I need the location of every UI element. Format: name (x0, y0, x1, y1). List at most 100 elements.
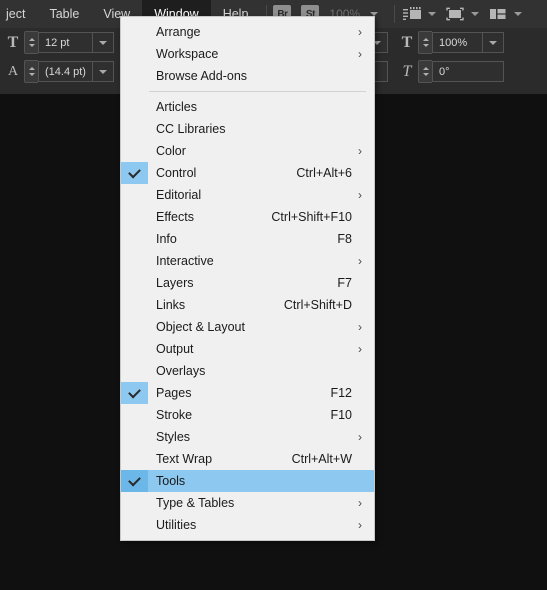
vertical-scale-value: 100% (439, 36, 468, 49)
menu-item-shortcut: F10 (330, 408, 352, 422)
menu-item-workspace[interactable]: Workspace › (121, 43, 374, 65)
font-size-dropdown-icon[interactable] (92, 33, 113, 52)
menu-item-info[interactable]: Info F8 (121, 228, 374, 250)
menu-item-shortcut: Ctrl+Shift+F10 (271, 210, 352, 224)
menu-item-label: Articles (156, 100, 197, 114)
leading-stepper[interactable] (24, 60, 38, 83)
menu-item-label: Overlays (156, 364, 206, 378)
menu-item-shortcut: F12 (330, 386, 352, 400)
menu-item-shortcut: Ctrl+Shift+D (283, 298, 352, 312)
skew-icon: T (402, 62, 412, 80)
menu-item-shortcut: F7 (337, 276, 352, 290)
menu-item-type-tables[interactable]: Type & Tables › (121, 492, 374, 514)
vertical-scale-dropdown-icon[interactable] (482, 33, 503, 52)
view-options-chevron-icon[interactable] (471, 12, 480, 16)
menu-item-check-slot (121, 118, 148, 140)
menu-item-label: Stroke (156, 408, 193, 422)
menu-item-check-slot (121, 250, 148, 272)
menu-item-check-slot (121, 448, 148, 470)
menu-item-check-slot (121, 404, 148, 426)
leading-field[interactable]: (14.4 pt) (38, 61, 114, 82)
menu-item-label: Pages (156, 386, 192, 400)
leading-dropdown-icon[interactable] (92, 62, 113, 81)
menu-item-check-slot (121, 65, 148, 87)
skew-value: 0° (439, 65, 450, 78)
menubar-item-table[interactable]: Table (37, 0, 91, 28)
view-options-icon[interactable] (444, 6, 466, 22)
menu-item-output[interactable]: Output › (121, 338, 374, 360)
submenu-arrow-icon: › (358, 144, 362, 158)
menu-item-editorial[interactable]: Editorial › (121, 184, 374, 206)
menu-item-pages[interactable]: Pages F12 (121, 382, 374, 404)
menu-item-color[interactable]: Color › (121, 140, 374, 162)
menu-item-stroke[interactable]: Stroke F10 (121, 404, 374, 426)
font-size-field[interactable]: 12 pt (38, 32, 114, 53)
menu-item-cc-libraries[interactable]: CC Libraries (121, 118, 374, 140)
menu-item-label: Layers (156, 276, 194, 290)
menu-item-check-slot (121, 140, 148, 162)
menu-item-label: Links (156, 298, 186, 312)
menu-item-control[interactable]: Control Ctrl+Alt+6 (121, 162, 374, 184)
menu-item-check-slot (121, 43, 148, 65)
menu-item-interactive[interactable]: Interactive › (121, 250, 374, 272)
skew-field[interactable]: 0° (432, 61, 504, 82)
vertical-scale-icon: T (401, 33, 413, 51)
menu-item-utilities[interactable]: Utilities › (121, 514, 374, 536)
menu-item-label: Info (156, 232, 177, 246)
window-dropdown-menu[interactable]: Arrange › Workspace › Browse Add-ons Articles… (120, 16, 375, 541)
menu-item-text-wrap[interactable]: Text Wrap Ctrl+Alt+W (121, 448, 374, 470)
menu-item-label: Arrange (156, 25, 201, 39)
checkmark-icon (128, 473, 141, 486)
menu-item-browse-add-ons[interactable]: Browse Add-ons (121, 65, 374, 87)
submenu-arrow-icon: › (358, 47, 362, 61)
menu-separator (149, 91, 366, 92)
menu-item-label: Text Wrap (156, 452, 213, 466)
screen-mode-icon[interactable] (401, 6, 423, 22)
submenu-arrow-icon: › (358, 320, 362, 334)
menu-item-label: Output (156, 342, 194, 356)
menu-item-effects[interactable]: Effects Ctrl+Shift+F10 (121, 206, 374, 228)
menu-item-label: Object & Layout (156, 320, 245, 334)
menu-item-label: Utilities (156, 518, 197, 532)
menu-item-links[interactable]: Links Ctrl+Shift+D (121, 294, 374, 316)
submenu-arrow-icon: › (358, 188, 362, 202)
submenu-arrow-icon: › (358, 518, 362, 532)
menu-item-arrange[interactable]: Arrange › (121, 21, 374, 43)
menu-item-object-layout[interactable]: Object & Layout › (121, 316, 374, 338)
vertical-scale-stepper[interactable] (418, 31, 432, 54)
menu-item-check-slot (121, 228, 148, 250)
menu-item-label: Tools (156, 474, 186, 488)
menu-item-check-slot (121, 492, 148, 514)
menu-item-label: Control (156, 166, 197, 180)
menu-item-check-slot (121, 294, 148, 316)
leading-icon: A (7, 63, 19, 79)
submenu-arrow-icon: › (358, 342, 362, 356)
arrange-documents-chevron-icon[interactable] (514, 12, 523, 16)
menu-item-styles[interactable]: Styles › (121, 426, 374, 448)
menu-item-check-slot (121, 272, 148, 294)
skew-stepper[interactable] (418, 60, 432, 83)
menu-item-articles[interactable]: Articles (121, 96, 374, 118)
checkmark-icon (128, 385, 141, 398)
font-size-stepper[interactable] (24, 31, 38, 54)
menu-item-check-slot (121, 96, 148, 118)
submenu-arrow-icon: › (358, 25, 362, 39)
menu-item-check-slot (121, 514, 148, 536)
menu-item-check-icon (121, 382, 148, 404)
submenu-arrow-icon: › (358, 496, 362, 510)
menubar-divider-2 (394, 5, 396, 23)
menu-item-shortcut: Ctrl+Alt+W (291, 452, 352, 466)
menubar-item-project[interactable]: ject (0, 0, 37, 28)
menu-item-label: Color (156, 144, 186, 158)
font-size-value: 12 pt (45, 36, 70, 49)
menu-item-tools[interactable]: Tools (121, 470, 374, 492)
font-size-icon: T (7, 33, 19, 51)
menu-item-layers[interactable]: Layers F7 (121, 272, 374, 294)
screen-mode-chevron-icon[interactable] (428, 12, 437, 16)
vertical-scale-field[interactable]: 100% (432, 32, 504, 53)
arrange-documents-icon[interactable] (487, 6, 509, 22)
menu-item-check-slot (121, 338, 148, 360)
menu-item-label: Interactive (156, 254, 214, 268)
menu-item-overlays[interactable]: Overlays (121, 360, 374, 382)
submenu-arrow-icon: › (358, 430, 362, 444)
